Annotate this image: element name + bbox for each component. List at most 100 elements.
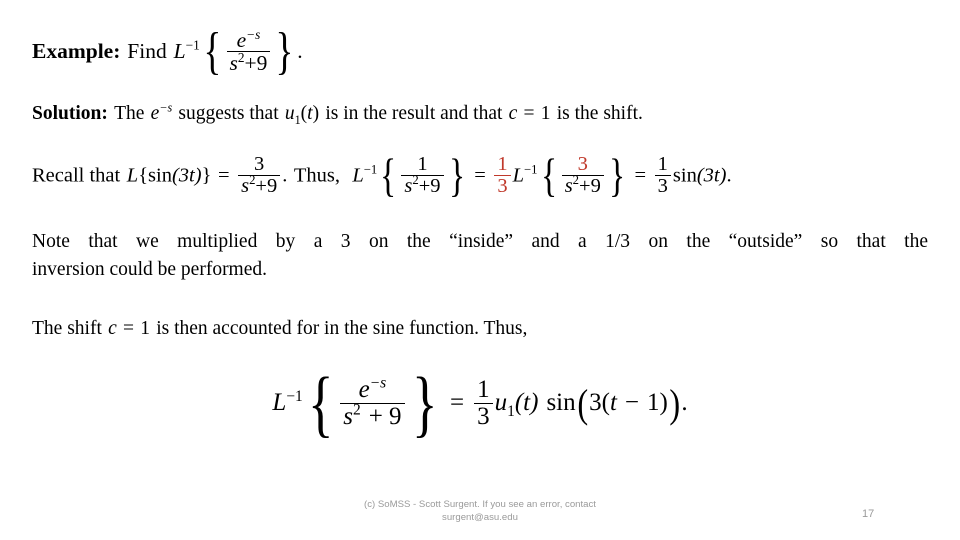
recall-frac2-den-tail: +9 xyxy=(418,175,441,198)
display-fraction-denominator: s2 + 9 xyxy=(340,401,405,430)
solution-equals: = xyxy=(523,103,535,124)
display-brace-open-icon: { xyxy=(307,361,334,444)
display-brace-close-icon: } xyxy=(411,361,438,444)
display-denominator-s: s xyxy=(343,402,353,430)
recall-brace-close: } xyxy=(201,164,212,187)
footer-credit-line-2: surgent@asu.edu xyxy=(442,511,518,523)
display-fraction-numerator: e−s xyxy=(356,374,390,403)
recall-laplace-L: L xyxy=(126,164,139,187)
brace-close-icon-3: } xyxy=(608,149,625,201)
shift-equals: = xyxy=(122,318,134,339)
display-operator-L: L xyxy=(272,389,287,417)
display-coef-numerator: 1 xyxy=(477,375,490,403)
recall-result-fraction: 13 xyxy=(654,152,671,198)
brace-open-icon-2: { xyxy=(380,149,397,201)
recall-frac1-den-s: s xyxy=(241,175,250,198)
display-sin-inner-3: 3 xyxy=(589,389,602,417)
display-numerator-e: e xyxy=(358,375,370,403)
brace-open-icon: { xyxy=(203,23,222,81)
recall-result-arg: (3t) xyxy=(696,164,727,187)
display-coefficient-fraction: 13 xyxy=(474,375,493,430)
display-numerator-exponent: −s xyxy=(369,374,387,392)
example-denominator-exponent: 2 xyxy=(237,50,245,66)
example-line: Example: Find L−1{e−s s2+9}. xyxy=(32,23,303,81)
display-u-subscript: 1 xyxy=(507,403,515,421)
recall-inverse-L-2: L xyxy=(352,164,364,187)
recall-coef-denominator: 3 xyxy=(494,175,511,197)
shift-var-c: c xyxy=(108,318,117,339)
recall-period-2: . xyxy=(726,164,732,187)
display-u-argument: (t) xyxy=(514,389,539,417)
brace-open-icon-3: { xyxy=(540,149,557,201)
solution-text-2: suggests that xyxy=(178,103,279,124)
brace-close-icon: } xyxy=(275,23,294,81)
display-denominator-exponent: 2 xyxy=(352,401,361,419)
display-inner-paren-close: ) xyxy=(659,389,668,417)
solution-text-1: The xyxy=(114,103,145,124)
display-paren-open: ( xyxy=(576,380,588,426)
example-operator-L: L xyxy=(173,38,186,63)
recall-fraction-2: 1 s2+9 xyxy=(401,152,444,198)
recall-result-denominator: 3 xyxy=(654,175,671,197)
recall-line: Recall that L{sin(3t)} = 3 s2+9. Thus, L−1{1 s2… xyxy=(32,149,732,201)
display-inner-minus: − xyxy=(624,389,640,417)
display-denominator-tail: + 9 xyxy=(368,402,402,430)
recall-frac3-numerator: 3 xyxy=(577,152,588,175)
display-equation: L−1{e−s s2 + 9} = 1 3 u1(t) sin(3(t −1)). xyxy=(0,361,960,444)
recall-frac2-denominator: s2+9 xyxy=(401,174,444,198)
solution-shift-value: 1 xyxy=(540,103,551,124)
page-number: 17 xyxy=(862,508,875,520)
solution-term-e: e xyxy=(150,103,160,124)
recall-inverse-exp-2: −1 xyxy=(363,162,378,177)
display-fraction: e−s s2 + 9 xyxy=(340,374,405,430)
note-paragraph: Note that we multiplied by a 3 on the “i… xyxy=(32,228,928,285)
solution-var-c: c xyxy=(508,103,518,124)
display-sin-fn: sin xyxy=(546,389,576,417)
example-fraction-numerator: e−s xyxy=(234,26,264,52)
recall-equals-1: = xyxy=(217,164,230,187)
solution-u-paren-close: ) xyxy=(312,103,320,124)
display-operator-exponent: −1 xyxy=(286,387,303,405)
recall-frac1-denominator: s2+9 xyxy=(238,174,281,198)
example-fraction: e−s s2+9 xyxy=(226,26,271,76)
recall-sin-arg: (3t) xyxy=(171,164,202,187)
solution-term-e-exponent: −s xyxy=(159,100,173,115)
recall-frac3-den-tail: +9 xyxy=(579,175,601,198)
example-operator-exponent: −1 xyxy=(185,37,200,53)
recall-brace-open: { xyxy=(138,164,149,187)
brace-close-icon-2: } xyxy=(448,149,465,201)
recall-equals-3: = xyxy=(634,164,647,187)
display-paren-close: ) xyxy=(669,380,680,426)
recall-frac1-numerator: 3 xyxy=(254,152,265,175)
example-period: . xyxy=(297,38,303,63)
recall-text-1: Recall that xyxy=(32,164,121,187)
recall-equals-2: = xyxy=(474,164,486,187)
example-denominator-s: s xyxy=(229,51,238,76)
recall-frac2-numerator: 1 xyxy=(417,152,428,175)
shift-text-2: is then accounted for in the sine functi… xyxy=(156,318,528,339)
recall-frac3-den-s: s xyxy=(564,175,573,198)
recall-sin-fn: sin xyxy=(148,164,172,187)
recall-coef-numerator: 1 xyxy=(497,152,508,175)
recall-text-2: Thus, xyxy=(293,164,341,187)
shift-text-1: The shift xyxy=(32,318,102,339)
display-inner-paren-open: ( xyxy=(601,389,610,417)
solution-text-4: is the shift. xyxy=(556,103,643,124)
solution-text-3: is in the result and that xyxy=(325,103,503,124)
recall-coefficient-fraction: 13 xyxy=(494,152,511,198)
display-period: . xyxy=(681,389,688,417)
recall-frac1-den-tail: +9 xyxy=(255,175,278,198)
recall-frac3-denominator: s2+9 xyxy=(561,174,604,198)
display-coef-denominator: 3 xyxy=(474,402,493,430)
recall-inverse-L-3: L xyxy=(512,164,525,187)
solution-line: Solution: The e−s suggests that u1(t) is in t… xyxy=(32,100,643,125)
recall-result-numerator: 1 xyxy=(657,152,668,175)
recall-result-sin: sin xyxy=(672,164,697,187)
solution-term-u: u xyxy=(284,103,295,124)
recall-period-1: . xyxy=(282,164,288,187)
note-line-2: inversion could be performed. xyxy=(32,259,268,281)
example-fraction-denominator: s2+9 xyxy=(226,50,271,76)
shift-value: 1 xyxy=(140,318,150,339)
example-numerator-exponent: −s xyxy=(246,26,261,42)
note-line-1: Note that we multiplied by a 3 on the “i… xyxy=(32,231,928,252)
